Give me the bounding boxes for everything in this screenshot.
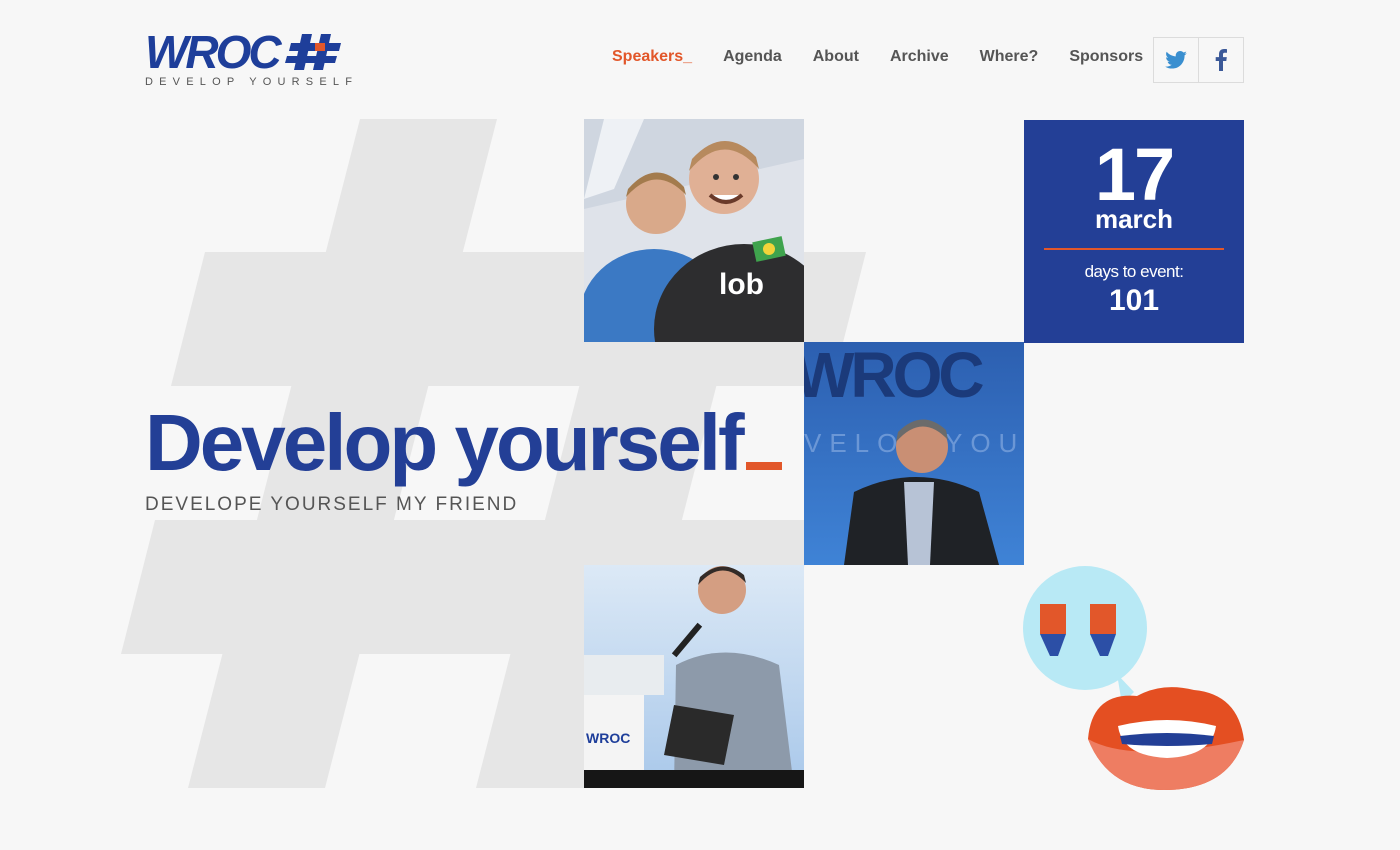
- hero-title: Develop yourself: [145, 398, 745, 487]
- hero-title-wrap: Develop yourself: [145, 398, 782, 488]
- logo-wordmark: WROC: [145, 26, 282, 78]
- event-day: 17: [1094, 133, 1175, 216]
- nav-item-agenda[interactable]: Agenda: [723, 48, 782, 66]
- facebook-button[interactable]: [1198, 38, 1243, 82]
- main-nav: Speakers_ Agenda About Archive Where? Sp…: [612, 48, 1143, 66]
- social-links: [1153, 37, 1244, 83]
- nav-item-where[interactable]: Where?: [980, 48, 1039, 66]
- speech-mouth-illustration: [1023, 566, 1244, 790]
- twitter-button[interactable]: [1154, 38, 1198, 82]
- logo-tagline: DEVELOP YOURSELF: [145, 76, 359, 88]
- nav-item-archive[interactable]: Archive: [890, 48, 949, 66]
- nav-item-sponsors[interactable]: Sponsors: [1069, 48, 1143, 66]
- hero-subtitle: DEVELOPE YOURSELF MY FRIEND: [145, 494, 519, 515]
- speaker-photo-3: WROC: [584, 565, 804, 788]
- svg-text:lob: lob: [719, 268, 764, 301]
- svg-text:WROC: WROC: [804, 342, 983, 411]
- speaker-photo-2: WROC VELOP YOUR: [804, 342, 1024, 565]
- event-month: march: [1094, 204, 1174, 234]
- twitter-icon: [1165, 51, 1187, 69]
- event-date-box: 17 march days to event: 101: [1024, 120, 1244, 343]
- speaker-photo-1: lob: [584, 119, 804, 342]
- facebook-icon: [1215, 49, 1227, 71]
- hero-cursor: [745, 462, 782, 470]
- svg-text:WROC: WROC: [586, 730, 630, 746]
- hero-section: Develop yourself DEVELOPE YOURSELF MY FR…: [145, 398, 782, 516]
- countdown-label: days to event:: [1084, 262, 1184, 281]
- site-logo[interactable]: WROC DEVELOP YOURSELF: [145, 26, 359, 88]
- logo-hash-icon: [284, 34, 341, 70]
- nav-item-about[interactable]: About: [813, 48, 859, 66]
- date-divider: [1044, 248, 1224, 250]
- countdown-value: 101: [1108, 284, 1160, 317]
- nav-item-speakers[interactable]: Speakers_: [612, 48, 692, 66]
